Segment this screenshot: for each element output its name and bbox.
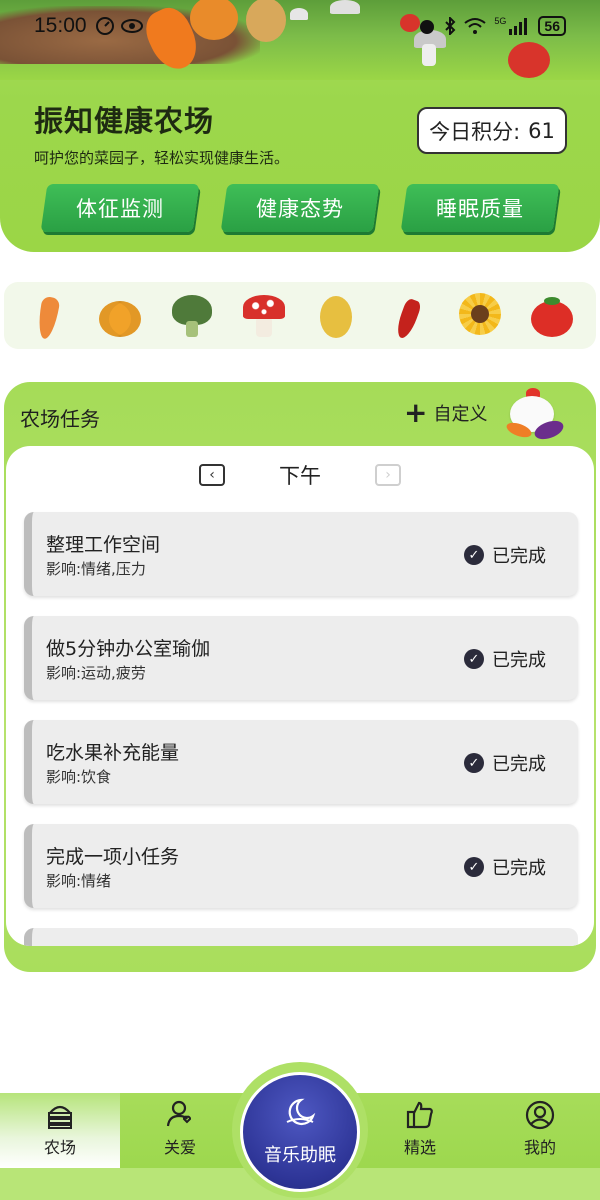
- check-circle-icon: ✓: [464, 857, 484, 877]
- nav-featured[interactable]: 精选: [360, 1093, 480, 1168]
- bluetooth-icon: [445, 17, 456, 35]
- status-bar: 15:00 5G 56: [0, 0, 600, 52]
- sunflower-icon[interactable]: [457, 292, 503, 339]
- daily-score-box: 今日积分: 61: [417, 107, 567, 154]
- mushroom-cap-shape: [243, 294, 285, 319]
- pepper-shape: [393, 296, 423, 341]
- customize-label: 自定义: [433, 404, 488, 425]
- health-status-label: 健康态势: [256, 197, 344, 221]
- tomato-leaf-shape: [544, 296, 560, 305]
- nav-farm-label: 农场: [43, 1138, 76, 1157]
- music-sleep-button[interactable]: 音乐助眠: [240, 1072, 360, 1192]
- farm-icon: [45, 1100, 75, 1130]
- care-icon: [165, 1100, 195, 1130]
- eye-icon: [120, 19, 143, 33]
- tasks-title: 农场任务: [20, 407, 100, 431]
- nav-profile[interactable]: 我的: [480, 1093, 600, 1168]
- music-sleep-label: 音乐助眠: [264, 1144, 336, 1166]
- task-item[interactable]: 整理工作空间 影响:情绪,压力 ✓ 已完成: [24, 512, 578, 596]
- network-type: 5G: [494, 16, 507, 26]
- alarm-icon: [420, 20, 435, 34]
- nav-care-label: 关爱: [163, 1138, 196, 1157]
- period-selector: ‹ 下午 ›: [6, 458, 594, 492]
- potato-shape: [320, 295, 352, 338]
- score-value: 61: [528, 118, 555, 143]
- task-impact: 影响:运动,疲劳: [46, 664, 146, 682]
- tomato-shape: [531, 300, 573, 337]
- task-item-partial[interactable]: [24, 928, 578, 946]
- task-status-label: 已完成: [492, 546, 546, 567]
- task-item[interactable]: 完成一项小任务 影响:情绪 ✓ 已完成: [24, 824, 578, 908]
- farm-tasks-card: 农场任务 + 自定义 ‹ 下午 › 整理工作空间 影响:情绪,压力 ✓ 已完成 …: [4, 382, 596, 972]
- carrot-shape: [35, 295, 61, 340]
- next-period-button[interactable]: ›: [375, 464, 401, 486]
- task-impact: 影响:情绪,压力: [46, 560, 146, 578]
- chili-pepper-icon[interactable]: [385, 293, 431, 341]
- sunflower-center-shape: [471, 304, 489, 323]
- battery-indicator: 56: [538, 16, 566, 36]
- vegetable-strip: [4, 282, 596, 349]
- status-left-icons: [95, 16, 143, 36]
- task-item[interactable]: 做5分钟办公室瑜伽 影响:运动,疲劳 ✓ 已完成: [24, 616, 578, 700]
- signal-icon: [509, 18, 528, 35]
- broccoli-stem-shape: [186, 320, 198, 337]
- task-title: 完成一项小任务: [46, 846, 180, 868]
- carrot-icon[interactable]: [25, 293, 71, 340]
- task-status: ✓ 已完成: [464, 854, 546, 880]
- vital-signs-label: 体征监测: [76, 197, 164, 221]
- thumbs-up-icon: [405, 1100, 435, 1130]
- task-status: ✓ 已完成: [464, 750, 546, 776]
- plus-icon: +: [404, 396, 428, 429]
- task-impact: 影响:饮食: [46, 768, 112, 786]
- vital-signs-button[interactable]: 体征监测: [40, 184, 200, 232]
- period-label: 下午: [279, 464, 321, 488]
- status-time: 15:00: [34, 14, 87, 37]
- pumpkin-shape: [99, 300, 141, 337]
- header-button-row: 体征监测 健康态势 睡眠质量: [40, 184, 564, 234]
- wifi-icon: [464, 18, 487, 34]
- nav-care[interactable]: 关爱: [120, 1093, 240, 1168]
- page-title: 振知健康农场: [34, 104, 215, 138]
- task-status: ✓ 已完成: [464, 542, 546, 568]
- mushroom-stem-shape: [256, 316, 272, 337]
- chevron-left-icon: ‹: [209, 467, 215, 483]
- task-item[interactable]: 吃水果补充能量 影响:饮食 ✓ 已完成: [24, 720, 578, 804]
- mushroom-icon[interactable]: [241, 293, 287, 339]
- moon-icon: [283, 1098, 317, 1135]
- health-status-button[interactable]: 健康态势: [220, 184, 380, 232]
- check-circle-icon: ✓: [464, 753, 484, 773]
- nav-profile-label: 我的: [523, 1138, 556, 1157]
- task-title: 整理工作空间: [46, 534, 161, 556]
- task-status-label: 已完成: [492, 650, 546, 671]
- check-circle-icon: ✓: [464, 649, 484, 669]
- prev-period-button[interactable]: ‹: [199, 464, 225, 486]
- sleep-quality-button[interactable]: 睡眠质量: [400, 184, 560, 232]
- potato-icon[interactable]: [313, 293, 359, 339]
- task-title: 吃水果补充能量: [46, 742, 180, 764]
- task-impact: 影响:情绪: [46, 872, 112, 890]
- task-status-label: 已完成: [492, 858, 546, 879]
- nav-featured-label: 精选: [403, 1138, 436, 1157]
- task-title: 做5分钟办公室瑜伽: [46, 638, 211, 660]
- tasks-list-panel: ‹ 下午 › 整理工作空间 影响:情绪,压力 ✓ 已完成 做5分钟办公室瑜伽 影…: [6, 446, 594, 946]
- header: 15:00 5G 56 振知健康农场 呵护您的菜园子，轻松实现健康生活。 今日积…: [0, 0, 600, 252]
- pumpkin-icon[interactable]: [97, 293, 143, 339]
- broccoli-icon[interactable]: [169, 293, 215, 339]
- chevron-right-icon: ›: [385, 467, 391, 483]
- nav-farm[interactable]: 农场: [0, 1093, 120, 1168]
- tomato-icon[interactable]: [529, 293, 575, 339]
- page-subtitle: 呵护您的菜园子，轻松实现健康生活。: [34, 149, 290, 167]
- chicken-mascot-icon: [500, 382, 570, 446]
- gauge-icon: [95, 17, 114, 35]
- customize-button[interactable]: + 自定义: [404, 396, 488, 429]
- task-status-label: 已完成: [492, 754, 546, 775]
- task-status: ✓ 已完成: [464, 646, 546, 672]
- sleep-quality-label: 睡眠质量: [436, 197, 524, 221]
- status-right-icons: 5G 56: [418, 16, 566, 36]
- score-label: 今日积分:: [429, 119, 521, 144]
- check-circle-icon: ✓: [464, 545, 484, 565]
- profile-icon: [525, 1100, 555, 1130]
